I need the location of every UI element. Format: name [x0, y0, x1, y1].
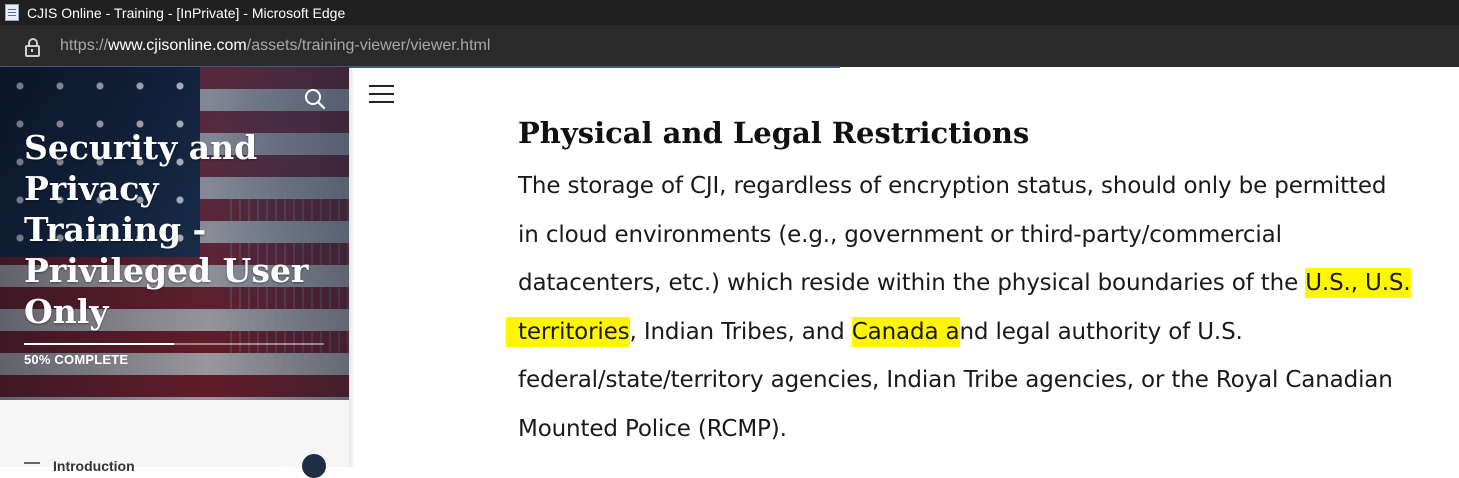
- url-path: /assets/training-viewer/viewer.html: [246, 37, 491, 54]
- highlighted-text: territories: [506, 316, 630, 347]
- lesson-paragraph: The storage of CJI, regardless of encryp…: [506, 162, 1438, 453]
- url-field[interactable]: https://www.cjisonline.com/assets/traini…: [60, 37, 490, 55]
- paragraph-line: in cloud environments (e.g., government …: [518, 221, 1282, 248]
- paragraph-line: The storage of CJI, regardless of encryp…: [518, 173, 1387, 199]
- paragraph-line: federal/state/territory agencies, Indian…: [518, 367, 1393, 393]
- highlighted-text: Canada a: [851, 316, 960, 347]
- lock-icon[interactable]: [24, 38, 40, 57]
- lesson-outline: Introduction: [0, 400, 349, 478]
- course-progress-bar: [24, 343, 324, 345]
- list-icon: [24, 462, 40, 464]
- window-title-bar: CJIS Online - Training - [InPrivate] - M…: [0, 0, 1459, 25]
- paragraph-line: Mounted Police (RCMP).: [518, 415, 787, 442]
- highlighted-text: U.S., U.S.: [1305, 268, 1411, 298]
- outline-item-label: Introduction: [53, 458, 135, 474]
- outline-item-introduction[interactable]: Introduction: [24, 454, 334, 478]
- paragraph-text: nd legal authority of U.S.: [959, 318, 1243, 345]
- lesson-heading: Physical and Legal Restrictions: [518, 116, 1030, 150]
- page-icon: [5, 4, 19, 21]
- course-header: Security and Privacy Training - Privileg…: [0, 67, 349, 400]
- paragraph-line: datacenters, etc.) which reside within t…: [518, 259, 1438, 308]
- completed-check-icon: [302, 454, 326, 478]
- paragraph-text: datacenters, etc.) which reside within t…: [518, 270, 1306, 296]
- course-progress-label: 50% COMPLETE: [24, 352, 129, 367]
- window-title: CJIS Online - Training - [InPrivate] - M…: [27, 4, 346, 21]
- paragraph-text: , Indian Tribes, and: [629, 318, 852, 345]
- course-progress-fill: [24, 343, 174, 345]
- url-prefix: https://: [60, 37, 109, 54]
- hamburger-menu-icon[interactable]: [369, 84, 395, 104]
- address-bar[interactable]: https://www.cjisonline.com/assets/traini…: [0, 25, 1459, 67]
- search-icon[interactable]: [304, 88, 326, 110]
- course-title: Security and Privacy Training - Privileg…: [24, 128, 309, 331]
- paragraph-line: territories, Indian Tribes, and Canada a…: [506, 308, 1438, 357]
- url-host: www.cjisonline.com: [108, 37, 247, 54]
